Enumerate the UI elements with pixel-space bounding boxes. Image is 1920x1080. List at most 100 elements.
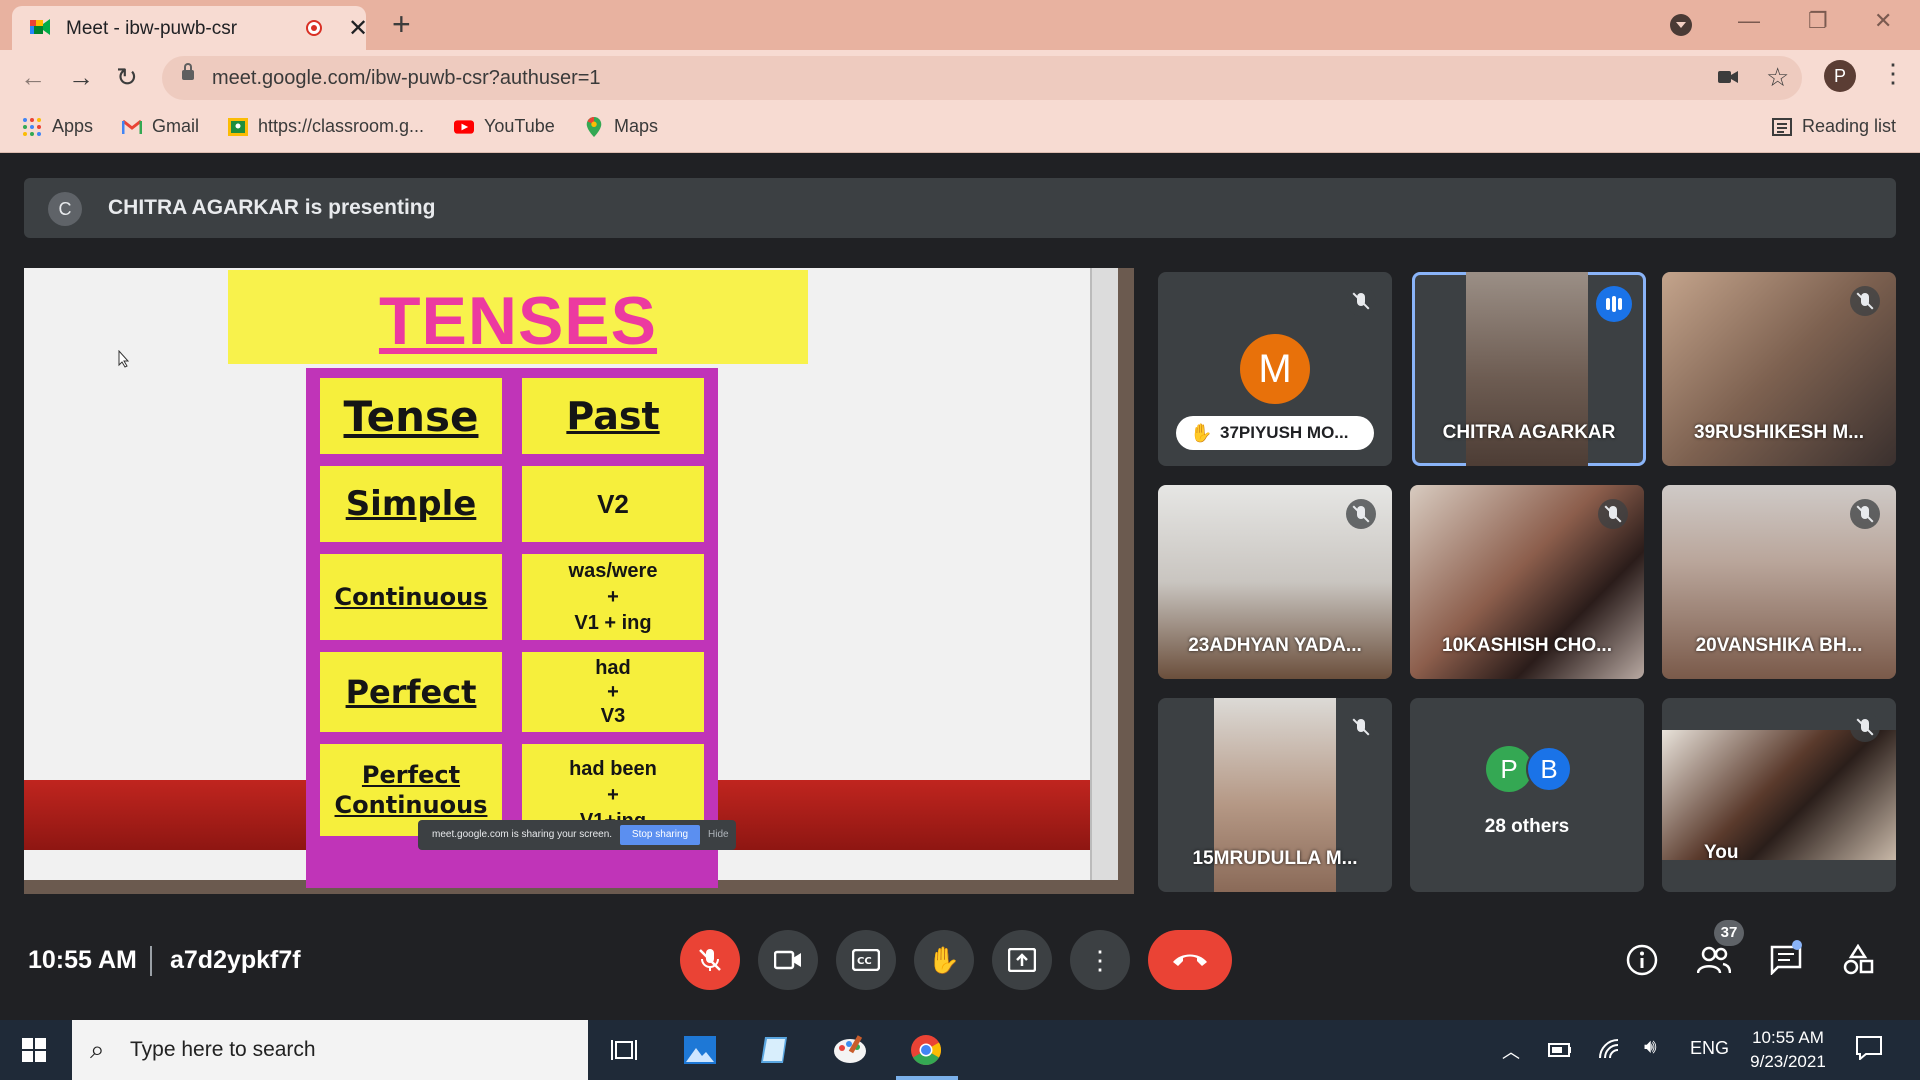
new-tab-button[interactable]: + (392, 6, 411, 43)
google-classroom-icon (228, 117, 248, 136)
share-notice-text: meet.google.com is sharing your screen. (432, 829, 613, 840)
captions-button[interactable]: CC (836, 930, 896, 990)
more-options-button[interactable]: ⋮ (1070, 930, 1130, 990)
hide-button[interactable]: Hide (708, 829, 729, 840)
tab-strip: Meet - ibw-puwb-csr ✕ + — ❐ ✕ (0, 0, 1920, 50)
self-tile[interactable]: You (1662, 698, 1896, 892)
search-placeholder: Type here to search (130, 1038, 316, 1061)
reading-list-label: Reading list (1802, 116, 1897, 136)
close-window-icon[interactable]: ✕ (1874, 8, 1892, 34)
language-indicator[interactable]: ENG (1690, 1038, 1729, 1059)
task-view-icon[interactable] (606, 1032, 642, 1068)
participant-tile[interactable]: CHITRA AGARKAR (1412, 272, 1646, 466)
address-bar[interactable]: meet.google.com/ibw-puwb-csr?authuser=1 … (162, 56, 1802, 100)
board-edge (1090, 268, 1118, 880)
bookmark-star-icon[interactable]: ☆ (1766, 62, 1789, 93)
forward-icon[interactable]: → (68, 62, 94, 93)
participant-tile[interactable]: 10KASHISH CHO... (1410, 485, 1644, 679)
table-cell: had + V3 (522, 652, 704, 732)
table-cell: Continuous (320, 554, 502, 640)
participant-tile[interactable]: 39RUSHIKESH M... (1662, 272, 1896, 466)
show-hidden-icons[interactable]: ︿ (1502, 1038, 1520, 1064)
mic-off-icon (1346, 286, 1376, 316)
table-cell: Perfect (320, 652, 502, 732)
divider (150, 946, 152, 976)
bookmark-classroom[interactable]: https://classroom.g... (228, 116, 424, 137)
paint-app-icon[interactable] (832, 1032, 868, 1068)
reading-list-button[interactable]: Reading list (1772, 116, 1896, 137)
presenter-avatar: C (48, 192, 82, 226)
taskbar-search[interactable]: ⌕ Type here to search (72, 1020, 588, 1080)
photos-app-icon[interactable] (682, 1032, 718, 1068)
bookmark-youtube[interactable]: YouTube (454, 116, 555, 137)
participant-name: 37PIYUSH MO... (1220, 423, 1349, 442)
tab-search-icon[interactable] (1670, 14, 1692, 36)
video-camera-icon (774, 950, 801, 970)
minimize-icon[interactable]: — (1738, 8, 1760, 34)
avatar: B (1526, 746, 1572, 792)
activities-button[interactable] (1836, 938, 1880, 982)
participant-tile[interactable]: 15MRUDULLA M... (1158, 698, 1392, 892)
avatar: M (1240, 334, 1310, 404)
volume-icon[interactable]: 🔊︎ (1644, 1036, 1657, 1059)
shared-screen: TENSES Tense Past Simple V2 Continuous w… (24, 268, 1134, 894)
bookmarks-bar: Apps Gmail https://classroom.g... YouTub… (0, 106, 1920, 153)
activities-icon (1843, 944, 1874, 975)
others-tile[interactable]: P B 28 others (1410, 698, 1644, 892)
slide-title: TENSES (378, 283, 658, 359)
battery-icon[interactable] (1548, 1042, 1572, 1058)
wifi-icon[interactable] (1598, 1038, 1620, 1060)
leave-call-button[interactable] (1148, 930, 1232, 990)
tab-title: Meet - ibw-puwb-csr (66, 18, 238, 39)
people-icon (1697, 946, 1731, 974)
presenting-banner: C CHITRA AGARKAR is presenting (24, 178, 1896, 238)
mic-off-icon (1346, 712, 1376, 742)
notifications-icon[interactable] (1856, 1036, 1882, 1060)
browser-tab[interactable]: Meet - ibw-puwb-csr ✕ (12, 6, 368, 50)
self-name: You (1704, 842, 1739, 863)
camera-toggle-button[interactable] (758, 930, 818, 990)
active-app-indicator (896, 1076, 958, 1080)
bookmark-maps[interactable]: Maps (584, 116, 658, 137)
participant-name: 39RUSHIKESH M... (1694, 422, 1864, 443)
participant-tile[interactable]: M ✋ 37PIYUSH MO... (1158, 272, 1392, 466)
present-screen-icon (1008, 948, 1036, 972)
hand-icon: ✋ (927, 944, 961, 975)
search-icon: ⌕ (90, 1034, 105, 1064)
mic-off-icon (1850, 286, 1880, 316)
mic-toggle-button[interactable] (680, 930, 740, 990)
browser-toolbar: ← → ↻ meet.google.com/ibw-puwb-csr?authu… (0, 50, 1920, 106)
camera-icon[interactable] (1718, 68, 1738, 86)
bookmark-label: Apps (52, 116, 94, 136)
taskbar-clock[interactable]: 10:55 AM 9/23/2021 (1742, 1026, 1834, 1074)
participant-tile[interactable]: 20VANSHIKA BH... (1662, 485, 1896, 679)
mic-off-icon (1598, 499, 1628, 529)
svg-text:CC: CC (857, 956, 872, 967)
browser-menu-icon[interactable]: ⋮ (1880, 58, 1906, 89)
chrome-app-icon[interactable] (908, 1032, 944, 1068)
table-cell: Past (522, 378, 704, 454)
stop-sharing-button[interactable]: Stop sharing (620, 825, 700, 845)
notepad-app-icon[interactable] (756, 1032, 792, 1068)
restore-icon[interactable]: ❐ (1808, 8, 1828, 34)
participant-tile[interactable]: 23ADHYAN YADA... (1158, 485, 1392, 679)
tab-close-icon[interactable]: ✕ (348, 14, 368, 43)
raised-hand-icon: ✋ (1190, 423, 1213, 443)
google-meet-icon (30, 19, 50, 35)
participant-name: 15MRUDULLA M... (1192, 848, 1358, 869)
bookmark-gmail[interactable]: Gmail (122, 116, 199, 137)
gmail-icon (122, 119, 142, 134)
raise-hand-button[interactable]: ✋ (914, 930, 974, 990)
reload-icon[interactable]: ↻ (116, 62, 138, 93)
profile-avatar[interactable]: P (1824, 60, 1856, 92)
presenting-text: CHITRA AGARKAR is presenting (108, 196, 436, 219)
windows-start-icon[interactable] (22, 1038, 46, 1062)
back-icon[interactable]: ← (20, 62, 46, 93)
info-icon (1626, 944, 1658, 976)
meeting-details-button[interactable] (1620, 938, 1664, 982)
mouse-cursor-icon (118, 350, 130, 368)
taskbar-time: 10:55 AM (1752, 1028, 1824, 1047)
bookmark-apps[interactable]: Apps (22, 116, 93, 137)
whiteboard: TENSES Tense Past Simple V2 Continuous w… (24, 268, 1118, 888)
present-now-button[interactable] (992, 930, 1052, 990)
